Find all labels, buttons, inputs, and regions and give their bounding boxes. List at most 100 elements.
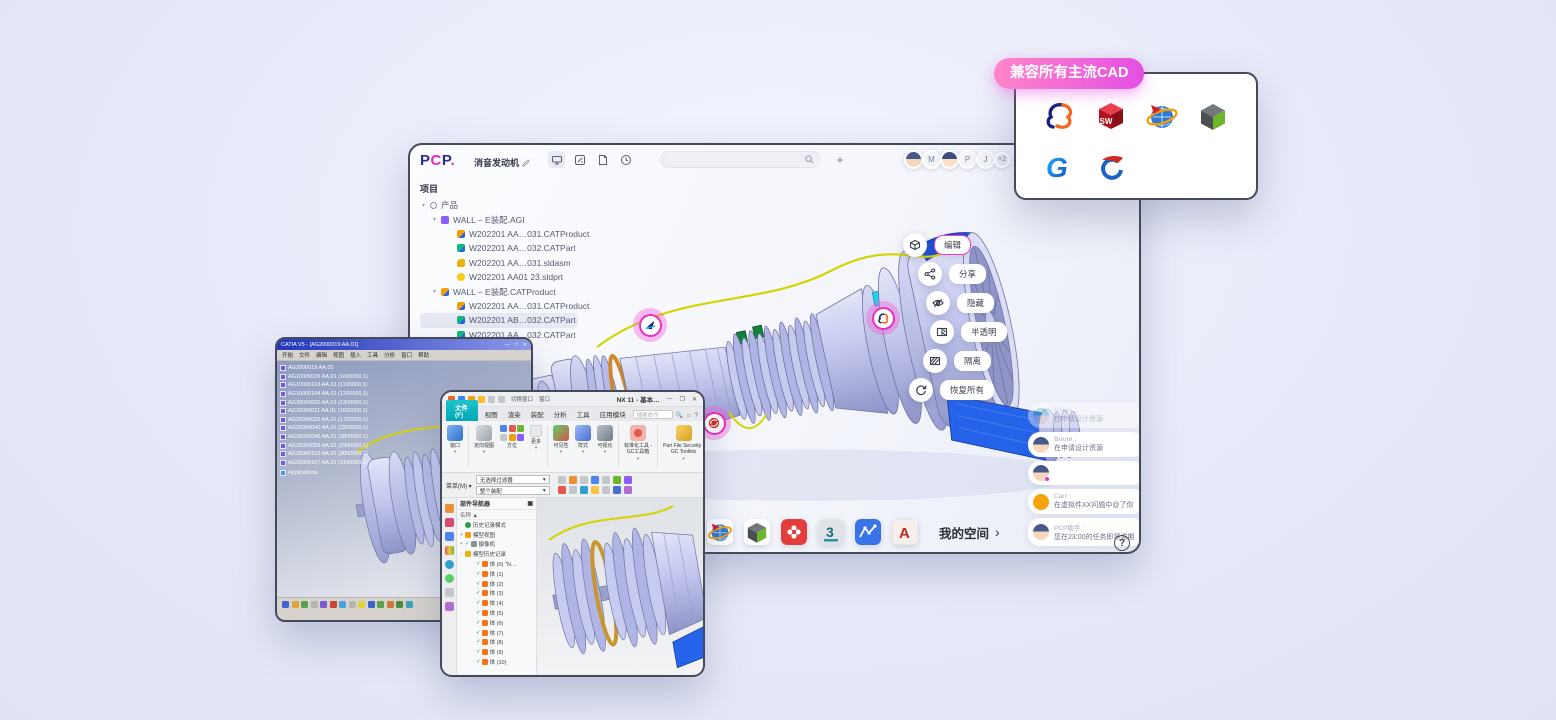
project-tree-item[interactable]: W202201 AB…032.CATPart [420,313,578,327]
notification-item[interactable]: Boum : 在申请设计资源 [1028,432,1141,457]
check-icon[interactable]: ✓ [476,649,481,655]
navigator-row[interactable]: + ✓ 摄像机 [457,540,536,550]
menu-item[interactable]: 窗口 [401,351,412,359]
switch-window-label[interactable]: 切换窗口 [511,395,533,403]
view-icon[interactable] [500,425,507,432]
navigator-row[interactable]: ✓ 体 (4) [457,598,536,608]
check-icon[interactable]: ✓ [476,571,481,577]
catia-tree-item[interactable]: AG10000103 AA.01 (1100000.1) [280,381,368,390]
action-label[interactable]: 恢复所有 [940,380,994,400]
catia-tree-item[interactable]: AG10000026 AA.01 (1000000.1) [280,373,368,382]
view-icon[interactable] [517,434,524,441]
catia-tree-item[interactable]: AG20000107 AA.01 (3100000.1) [280,459,368,468]
tool-icon[interactable] [591,476,599,484]
view-icon[interactable] [509,434,516,441]
avatar-more-count[interactable]: +2 [994,152,1010,168]
resource-icon[interactable] [445,546,454,555]
check-icon[interactable]: ✓ [476,610,481,616]
navigator-row[interactable]: ✓ 体 (6) [457,618,536,628]
ribbon-orient-view[interactable]: 定向视图▾ [472,423,496,470]
toolbar-icon[interactable] [396,601,403,608]
help-icon[interactable]: ? [694,413,699,419]
more-icon[interactable] [530,425,542,437]
navigator-row[interactable]: + ✓ 模型视图 [457,530,536,540]
close-icon[interactable]: ✕ [692,396,697,403]
visualization-icon[interactable] [597,425,613,441]
tool-icon[interactable] [613,476,621,484]
catia-tree-item[interactable]: AG20000045 AA.01 (2800000.1) [280,433,368,442]
menu-item[interactable]: 文件 [299,351,310,359]
action-edit[interactable]: 编辑 [903,233,971,257]
isolate-hatch-icon[interactable] [923,349,947,373]
my-space-link[interactable]: 我的空间 [939,523,989,542]
menu-item[interactable]: 工具 [367,351,378,359]
navigator-row[interactable]: ✓ 体 (8) [457,638,536,648]
navigator-row[interactable]: ✓ 体 (0) "N… [457,559,536,569]
check-icon[interactable]: ✓ [465,541,470,547]
orient-view-icon[interactable] [476,425,492,441]
tree-expander[interactable]: ▾ [433,288,441,295]
tree-expander[interactable]: ▾ [422,202,430,209]
help-button[interactable]: ? [1114,535,1130,551]
restore-icon[interactable] [909,378,933,402]
resource-icon[interactable] [445,518,454,527]
tool-icon[interactable] [602,476,610,484]
home-icon[interactable]: ⌂ [686,413,692,419]
ribbon-visibility[interactable]: 可见性▾ [551,423,571,470]
action-isolate[interactable]: 隔离 [923,349,991,373]
add-member-button[interactable]: + [833,153,847,167]
avatar[interactable]: J [976,150,995,169]
action-restore-all[interactable]: 恢复所有 [909,378,994,402]
history-clock-icon[interactable] [617,151,634,168]
ribbon-tab[interactable]: 渲染 [503,407,526,421]
resource-icon[interactable] [445,504,454,513]
ribbon-visualization[interactable]: 可视化▾ [595,423,615,470]
menu-item[interactable]: 插入 [350,351,361,359]
tool-icon[interactable] [591,486,599,494]
project-tree-item[interactable]: W202201 AA…031.CATProduct [420,227,578,241]
view-icon[interactable] [517,425,524,432]
tool-icon[interactable] [624,486,632,494]
copy-icon[interactable] [498,396,505,403]
action-semitransparent[interactable]: 半透明 [930,320,1007,344]
window-icon[interactable] [447,425,463,441]
share-icon[interactable] [918,262,942,286]
catia-tree-item[interactable]: AG30000000 AA.01 (1300000.1) [280,398,368,407]
3dsmax-app-icon[interactable]: 3 [818,519,844,545]
minimize-icon[interactable]: — [667,396,673,402]
minimize-icon[interactable]: — [505,342,510,348]
action-label[interactable]: 半透明 [961,322,1007,342]
document-icon[interactable] [594,151,611,168]
navigator-row[interactable]: ✓ 体 (5) [457,608,536,618]
catia-tree-item[interactable]: AG20000103 AA.01 (3000000.1) [280,450,368,459]
project-tree-item[interactable]: W202201 AA…031.sldasm [420,256,578,270]
search-input[interactable] [661,155,805,164]
toolbar-icon[interactable] [406,601,413,608]
project-tree-item[interactable]: ▾ 产品 [420,198,578,212]
tool-icon[interactable] [580,486,588,494]
menu-item[interactable]: 帮助 [418,351,429,359]
toolbar-icon[interactable] [387,601,394,608]
action-label[interactable]: 隐藏 [957,293,994,313]
autocad-app-icon[interactable]: A [892,519,918,545]
navigator-row[interactable]: ✓ 体 (1) [457,569,536,579]
tool-icon[interactable] [613,486,621,494]
close-icon[interactable]: ✕ [523,342,527,348]
ribbon-gc-toolbox[interactable]: 标准化工具 - GC工具箱▾ [622,423,654,470]
cut-icon[interactable] [488,396,495,403]
resource-icon[interactable] [445,560,454,569]
tree-expander[interactable]: ▾ [433,216,441,223]
catia-titlebar[interactable]: CATIA V5 - [AG2000019 AA.01] — □ ✕ [277,339,531,350]
view-icon[interactable] [509,425,516,432]
check-icon[interactable]: ✓ [476,639,481,645]
avatar[interactable] [904,150,923,169]
blue-graph-app-icon[interactable] [855,519,881,545]
selection-scope-select[interactable]: 整个装配▾ [476,486,550,495]
redo-icon[interactable] [478,396,485,403]
search-bar[interactable] [660,151,820,168]
tool-icon[interactable] [569,486,577,494]
toolbar-icon[interactable] [358,601,365,608]
catia-tree-applications[interactable]: Applications [280,470,368,476]
menu-item[interactable]: 分析 [384,351,395,359]
view-icon[interactable] [500,434,507,441]
